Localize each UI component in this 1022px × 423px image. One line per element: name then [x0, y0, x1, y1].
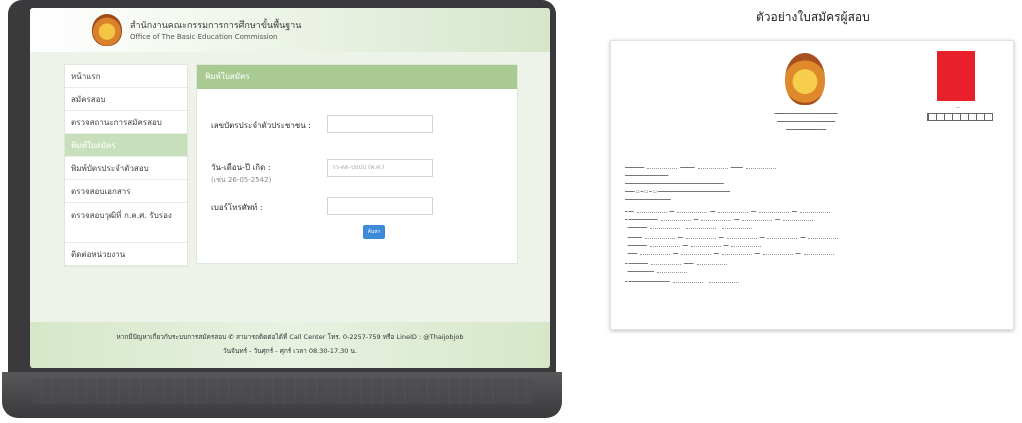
form-text-line: ━━━━━━━━━━━━━━━━━━━	[625, 165, 995, 170]
sidebar-item-home[interactable]: หน้าแรก	[65, 65, 187, 88]
sidebar-item-check-degree[interactable]: ตรวจสอบวุฒิที่ ก.ค.ศ. รับรอง	[65, 203, 187, 243]
site-header: สำนักงานคณะกรรมการการศึกษาขั้นพื้นฐาน Of…	[30, 8, 550, 52]
id-card-input[interactable]	[327, 115, 433, 133]
header-title-th: สำนักงานคณะกรรมการการศึกษาขั้นพื้นฐาน	[130, 21, 302, 31]
form-text-line: ━━━━━━━━━━━━	[625, 251, 995, 256]
form-text-line: ━━━━━━━━━━━━	[625, 243, 995, 248]
sidebar-item-contact[interactable]: ติดต่อหน่วยงาน	[65, 243, 187, 266]
obec-logo-icon	[92, 14, 122, 46]
form-text-line: ━ ━━━━━━━━ ━━━━	[625, 261, 995, 266]
sidebar-item-apply[interactable]: สมัครสอบ	[65, 88, 187, 111]
header-title-en: Office of The Basic Education Commission	[130, 33, 278, 41]
dob-input[interactable]: วว-ดด-ปปปป (พ.ศ.)	[327, 159, 433, 177]
sidebar-item-print-exam-card[interactable]: พิมพ์บัตรประจำตัวสอบ	[65, 157, 187, 180]
form-text-line: ━━━━ ☐ ━ ☐ ━ ☐ ━━━━━━━━━━━━━━━━━━━━━━━━━…	[625, 189, 731, 194]
form-heading-line: ━━━━━━━━━━━━━━━━	[785, 127, 827, 132]
form-text-line: ━ ━━ ━━ ━━ ━━ ━━	[625, 209, 995, 214]
footer-contact: หากมีปัญหาเกี่ยวกับระบบการสมัครสอบ ✆ สาม…	[116, 333, 464, 341]
sidebar-item-check-status[interactable]: ตรวจสถานะการสมัครสอบ	[65, 111, 187, 134]
form-logo-icon	[785, 53, 825, 105]
form-text-line: ━━━━━━ ━━ ━━ ━━ ━━	[625, 235, 995, 240]
form-text-line: ━━━━━━━━	[625, 225, 995, 230]
form-text-line: ━━━━━━━━━━━	[625, 269, 995, 274]
photo-caption-placeholder: —	[956, 105, 960, 110]
applicant-photo	[937, 51, 975, 101]
sidebar-menu: หน้าแรก สมัครสอบ ตรวจสถานะการสมัครสอบ พิ…	[64, 64, 188, 267]
form-heading-line: ━━━━━━━━━━━━━━━━━━━━━━━━━	[774, 111, 838, 116]
sidebar-item-check-documents[interactable]: ตรวจสอบเอกสาร	[65, 180, 187, 203]
sidebar-item-print-application[interactable]: พิมพ์ใบสมัคร	[65, 134, 187, 157]
footer-hours: วันจันทร์ - วันศุกร์ - ศุกร์ เวลา 08.30-…	[222, 347, 358, 355]
keyboard-keys	[32, 378, 532, 404]
form-text-line: ━━━━━━━━━━━━━━━━━━━━━━━━━━━━━━━━━━━━━━━━…	[625, 181, 724, 186]
dob-label: วัน-เดือน-ปี เกิด :	[211, 163, 271, 172]
form-text-line: ━━━━━━━━━━━━━━━━━━	[625, 173, 669, 178]
website-screen: สำนักงานคณะกรรมการการศึกษาขั้นพื้นฐาน Of…	[30, 8, 550, 368]
phone-label: เบอร์โทรศัพท์ :	[211, 203, 263, 212]
dob-hint: (เช่น 26-05-2542)	[211, 176, 272, 184]
form-text-line: ━ ━━━━━━━━━━━━━━━━━	[625, 279, 995, 284]
print-application-panel: พิมพ์ใบสมัคร เลขบัตรประจำตัวประชาชน : วั…	[196, 64, 518, 264]
laptop-frame: สำนักงานคณะกรรมการการศึกษาขั้นพื้นฐาน Of…	[8, 0, 556, 372]
site-footer: หากมีปัญหาเกี่ยวกับระบบการสมัครสอบ ✆ สาม…	[30, 322, 550, 368]
panel-title: พิมพ์ใบสมัคร	[197, 65, 517, 89]
form-text-line: ━ ━━━━━━━━━━━━ ━━ ━━ ━━	[625, 217, 995, 222]
phone-input[interactable]	[327, 197, 433, 215]
form-text-line: ━━━━━━━━━━━━━━━━━━━	[625, 197, 671, 202]
id-card-label: เลขบัตรประจำตัวประชาชน :	[211, 121, 311, 130]
search-button[interactable]: ค้นหา	[363, 225, 385, 239]
form-heading-line: ━━━━━━━━━━━━━━━━━━━━━━━	[777, 119, 835, 124]
laptop-keyboard-base	[2, 372, 562, 418]
sample-application-form: — ━━━━━━━━━━━━━━━━━━━━━━━━━ ━━━━━━━━━━━━…	[610, 40, 1014, 330]
sample-caption: ตัวอย่างใบสมัครผู้สอบ	[756, 10, 870, 24]
